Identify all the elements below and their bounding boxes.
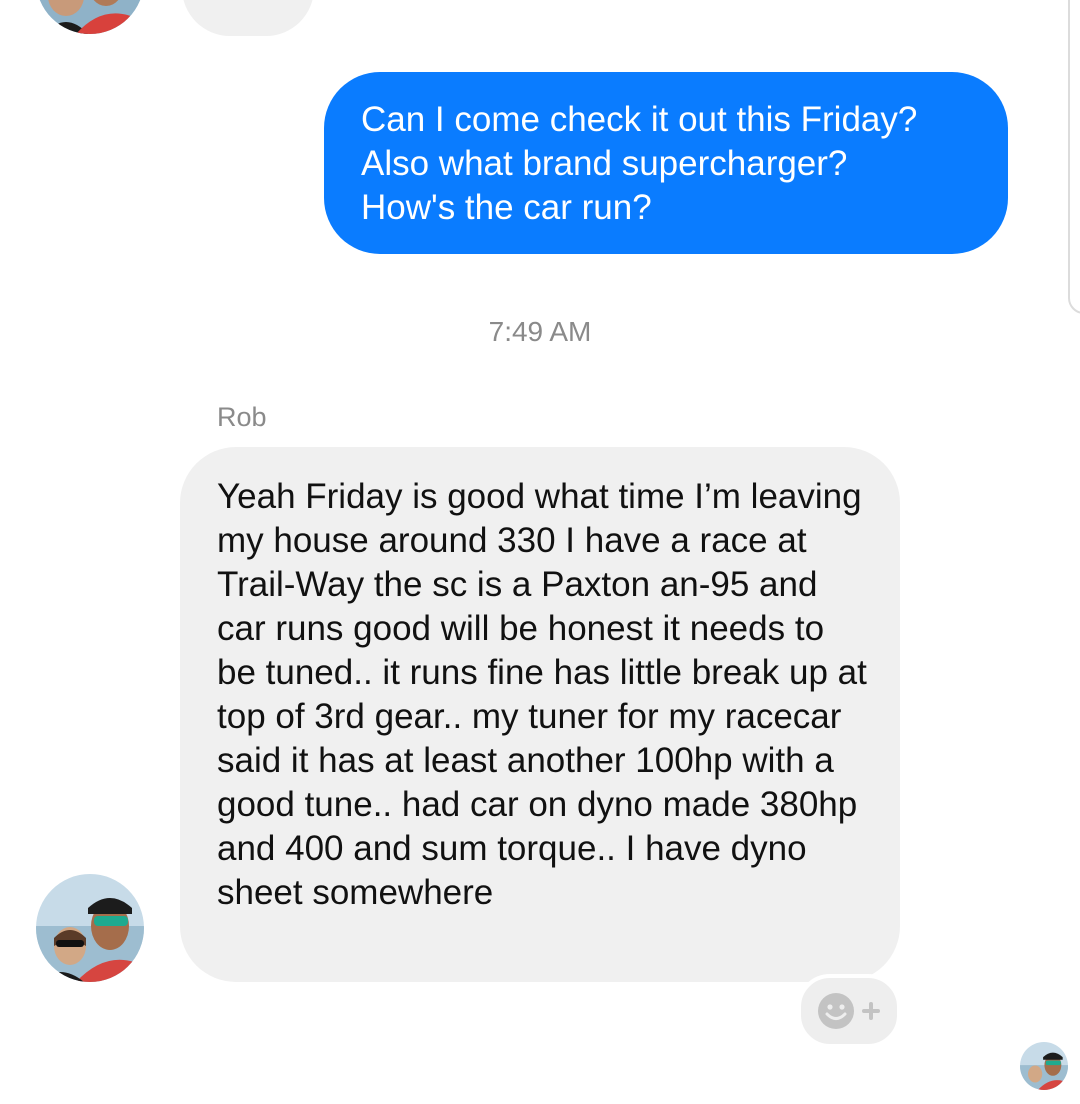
profile-photo (36, 0, 144, 34)
profile-photo (36, 874, 144, 982)
message-timestamp: 7:49 AM (488, 316, 592, 347)
read-receipt-avatar (1020, 1042, 1068, 1090)
profile-photo (1020, 1042, 1068, 1090)
sender-name: Rob (217, 402, 267, 432)
incoming-message-bubble[interactable]: Yeah Friday is good what time I’m leavin… (180, 447, 900, 982)
avatar[interactable] (36, 0, 144, 34)
chat-screen: Can I come check it out this Friday? Als… (0, 0, 1080, 1104)
scrollbar[interactable] (1068, 0, 1080, 314)
sender-avatar[interactable] (36, 874, 144, 982)
previous-message-bubble[interactable] (182, 0, 314, 36)
add-reaction-button[interactable] (797, 974, 901, 1048)
add-reaction-icon (818, 993, 880, 1029)
outgoing-message-bubble[interactable]: Can I come check it out this Friday? Als… (324, 72, 1008, 254)
